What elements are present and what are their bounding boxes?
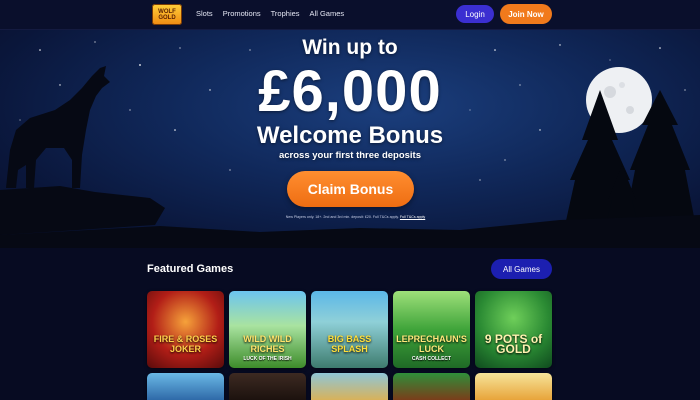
game-subtitle: LUCK OF THE IRISH [243, 356, 292, 362]
game-tile-fire-roses-joker[interactable]: FIRE & ROSES JOKER [147, 291, 224, 368]
site-logo[interactable]: WOLF GOLD [152, 4, 182, 25]
hero-line-4: across your first three deposits [278, 150, 422, 161]
game-tile-9-pots-of-gold[interactable]: 9 POTS of GOLD [475, 291, 552, 368]
terms-link[interactable]: Full T&Cs apply [400, 215, 425, 219]
hero-line-3: Welcome Bonus [256, 122, 444, 149]
game-tile-row2-5[interactable] [475, 373, 552, 400]
game-tile-leprechauns-luck[interactable]: LEPRECHAUN'S LUCK CASH COLLECT [393, 291, 470, 368]
game-title: WILD WILD RICHES [243, 334, 292, 354]
game-tile-row2-4[interactable] [393, 373, 470, 400]
nav-link-all-games[interactable]: All Games [310, 9, 345, 18]
game-title: 9 POTS of GOLD [484, 332, 543, 356]
all-games-button[interactable]: All Games [491, 259, 552, 279]
game-title: BIG BASS SPLASH [327, 334, 372, 354]
featured-games-heading: Featured Games [147, 263, 234, 275]
hero-banner: Win up to £6,000 Welcome Bonus across yo… [0, 30, 700, 248]
nav-link-slots[interactable]: Slots [196, 9, 213, 18]
game-tile-row2-3[interactable] [311, 373, 388, 400]
terms-body: New Players only. 18+. 2nd and 3rd min. … [285, 215, 399, 219]
logo-text: WOLF GOLD [158, 8, 176, 21]
game-tile-wild-wild-riches[interactable]: WILD WILD RICHES LUCK OF THE IRISH [229, 291, 306, 368]
nav-link-trophies[interactable]: Trophies [271, 9, 300, 18]
game-tile-big-bass-splash[interactable]: BIG BASS SPLASH [311, 291, 388, 368]
login-button[interactable]: Login [456, 5, 494, 23]
terms-text: New Players only. 18+. 2nd and 3rd min. … [218, 215, 493, 220]
hero-line-1: Win up to [302, 36, 398, 59]
game-title: LEPRECHAUN'S LUCK [396, 334, 467, 354]
nav-link-promotions[interactable]: Promotions [223, 9, 261, 18]
claim-bonus-button[interactable]: Claim Bonus [287, 171, 414, 207]
hero-bonus-amount: £6,000 [258, 59, 442, 124]
join-now-button[interactable]: Join Now [500, 4, 552, 24]
game-tile-row2-2[interactable] [229, 373, 306, 400]
game-tile-row2-1[interactable] [147, 373, 224, 400]
top-nav: WOLF GOLD Slots Promotions Trophies All … [0, 0, 700, 30]
game-title: FIRE & ROSES JOKER [153, 334, 218, 354]
nav-links: Slots Promotions Trophies All Games [196, 9, 344, 18]
game-subtitle: CASH COLLECT [411, 356, 452, 362]
